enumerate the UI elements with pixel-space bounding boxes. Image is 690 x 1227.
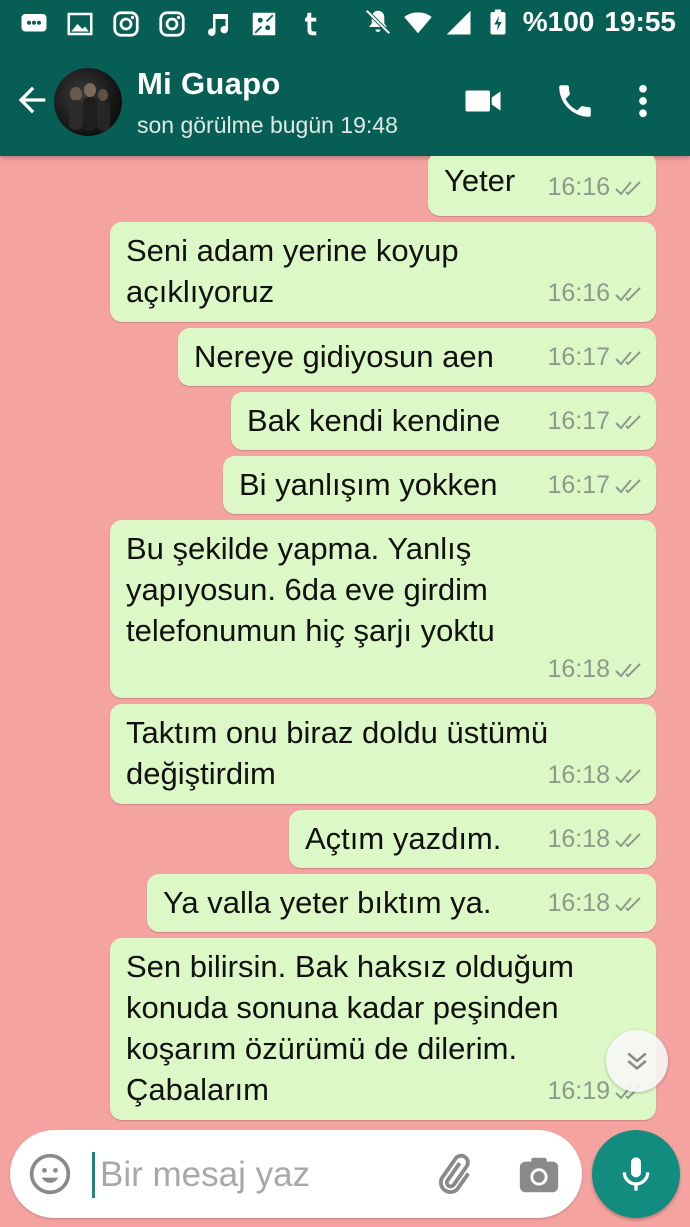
chat-header: Mi Guapo son görülme bugün 19:48 [0,48,690,156]
message-meta: 16:17 [547,401,646,442]
last-seen-status: son görülme bugün 19:48 [137,112,398,138]
message-meta: 16:18 [547,819,646,860]
message-time: 16:18 [547,889,610,917]
message-bubble[interactable]: Ya valla yeter bıktım ya. 16:18 [147,874,656,932]
double-check-icon [615,414,641,429]
message-bubble[interactable]: Seni adam yerine koyup açıklıyoruz 16:16 [110,222,656,322]
clock: 19:55 [604,6,676,37]
message-meta: 16:18 [547,755,646,796]
message-time: 16:19 [547,1077,610,1105]
video-call-button[interactable] [460,78,506,124]
double-check-icon [615,350,641,365]
message-time: 16:17 [547,343,610,371]
double-check-icon [615,896,641,911]
notification-icons [18,8,326,40]
double-check-icon [615,478,641,493]
instagram-icon [110,8,142,40]
message-input[interactable] [98,1148,422,1202]
message-meta: 16:16 [547,273,646,314]
message-time: 16:18 [547,761,610,789]
message-meta: 16:17 [547,465,646,506]
avatar[interactable] [54,68,122,136]
message-time: 16:18 [547,655,610,683]
scroll-to-bottom-button[interactable] [606,1030,668,1092]
battery-percent: %100 [522,6,595,37]
message-time: 16:17 [547,471,610,499]
double-check-icon [615,286,641,301]
tumblr-icon [294,8,326,40]
message-text: Bu şekilde yapma. Yanlış yapıyosun. 6da … [126,531,495,648]
messages-icon [18,8,50,40]
message-time: 16:17 [547,407,610,435]
message-bubble[interactable]: Taktım onu biraz doldu üstümü değiştirdi… [110,704,656,804]
double-check-icon [615,180,641,195]
instagram-icon [156,8,188,40]
voice-message-button[interactable] [592,1130,680,1218]
back-arrow-icon[interactable] [12,80,52,120]
phone-icon [559,85,591,117]
system-status: %100 19:55 [363,6,676,38]
message-list[interactable]: Yeter 16:16 Seni adam yerine koyup açıkl… [0,156,690,1124]
message-bubble[interactable]: Bu şekilde yapma. Yanlış yapıyosun. 6da … [110,520,656,698]
double-check-icon [615,768,641,783]
signal-icon [446,10,471,35]
double-check-icon [615,832,641,847]
wifi-icon [404,12,432,34]
camera-icon[interactable] [516,1152,562,1198]
message-time: 16:18 [547,825,610,853]
message-composer [10,1130,582,1218]
battery-icon [490,9,506,35]
message-meta: 16:18 [547,883,646,924]
message-meta: 16:17 [547,337,646,378]
mute-notifications-icon [365,9,391,35]
paperclip-icon[interactable] [430,1152,476,1198]
message-bubble[interactable]: Nereye gidiyosun aen 16:17 [178,328,656,386]
more-options-button[interactable] [620,78,666,124]
contact-name[interactable]: Mi Guapo [137,66,281,102]
message-time: 16:16 [547,173,610,201]
message-meta: 16:16 [547,167,646,208]
music-icon [202,8,234,40]
message-bubble[interactable]: Bak kendi kendine 16:17 [231,392,656,450]
gallery-icon [64,8,96,40]
emoji-icon[interactable] [28,1152,72,1196]
double-check-icon [615,662,641,677]
double-chevron-down-icon [627,1052,647,1071]
more-vert-icon [639,84,647,118]
game-icon [248,8,280,40]
message-meta: 16:18 [547,649,646,690]
message-bubble[interactable]: Açtım yazdım. 16:18 [289,810,656,868]
message-bubble[interactable]: Sen bilirsin. Bak haksız olduğum konuda … [110,938,656,1120]
message-bubble[interactable]: Yeter 16:16 [428,156,656,216]
text-cursor [92,1152,95,1198]
microphone-icon [622,1157,650,1191]
voice-call-button[interactable] [552,78,598,124]
message-bubble[interactable]: Bi yanlışım yokken 16:17 [223,456,656,514]
video-camera-icon [465,90,501,112]
status-bar: %100 19:55 [0,0,690,48]
message-time: 16:16 [547,279,610,307]
